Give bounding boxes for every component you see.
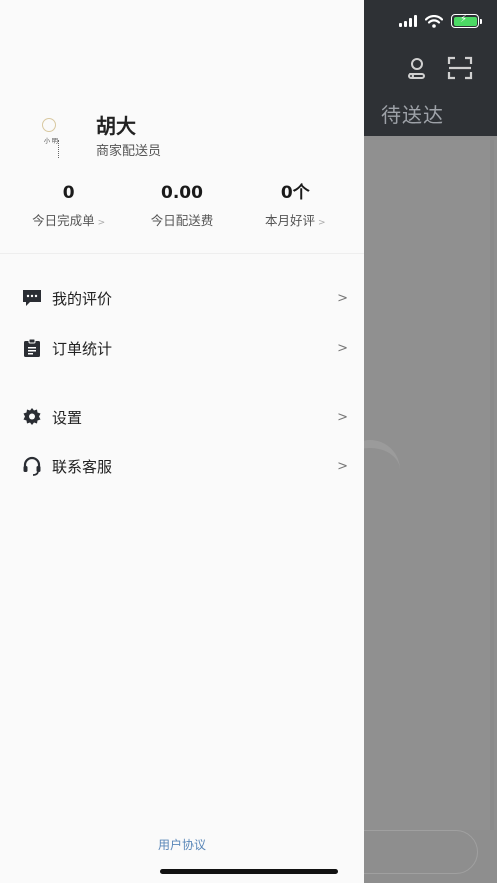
divider <box>0 253 364 254</box>
scan-icon[interactable] <box>447 56 473 80</box>
stat-label-text: 本月好评 <box>265 213 316 228</box>
headset-icon <box>22 456 42 476</box>
chevron-right-icon: > <box>97 218 106 228</box>
home-indicator[interactable] <box>160 869 338 874</box>
user-name: 胡大 <box>96 114 136 138</box>
stat-today-completed[interactable]: 0 今日完成单 > <box>12 180 125 240</box>
location-icon[interactable] <box>405 56 429 80</box>
tab-pending-delivery[interactable]: 待送达 <box>381 99 444 128</box>
stat-label-text: 今日配送费 <box>150 213 214 228</box>
chevron-right-icon: > <box>337 290 348 306</box>
stat-label: 今日完成单 > <box>12 210 125 229</box>
stat-value: 0 <box>62 183 75 203</box>
menu-item-label: 我的评价 <box>52 289 113 308</box>
comment-icon <box>22 288 42 308</box>
gear-icon <box>22 407 42 427</box>
chevron-right-icon: > <box>337 409 348 425</box>
avatar-dots <box>58 140 60 158</box>
menu-item-label: 订单统计 <box>52 339 113 358</box>
stat-label: 本月好评 > <box>239 210 352 229</box>
chevron-right-icon: > <box>337 340 348 356</box>
stat-label: 今日配送费 <box>125 210 238 229</box>
user-role: 商家配送员 <box>96 144 162 159</box>
stat-month-good-reviews[interactable]: 0个 本月好评 > <box>239 180 352 240</box>
signal-icon <box>399 15 417 27</box>
menu-item-order-stats[interactable]: 订单统计 > <box>22 333 348 363</box>
menu-item-customer-service[interactable]: 联系客服 > <box>22 451 348 481</box>
avatar-text: 小 明 <box>44 138 58 145</box>
menu-item-my-reviews[interactable]: 我的评价 > <box>22 283 348 313</box>
stat-today-fee: 0.00 今日配送费 <box>125 180 238 240</box>
stat-label-text: 今日完成单 <box>32 213 95 228</box>
stat-value: 0.00 <box>161 183 203 203</box>
chevron-right-icon: > <box>318 218 326 228</box>
stat-value: 0个 <box>280 183 310 203</box>
menu-item-label: 联系客服 <box>52 457 113 476</box>
profile-section: 小 明 胡大 商家配送员 <box>24 108 344 168</box>
user-agreement-link[interactable]: 用户协议 <box>0 836 364 853</box>
side-drawer: 小 明 胡大 商家配送员 0 今日完成单 > 0.00 今日配送费 0个 本月好评… <box>0 0 364 883</box>
clipboard-icon <box>22 338 42 358</box>
menu-item-label: 设置 <box>52 408 83 427</box>
wifi-icon <box>425 14 443 28</box>
status-bar: ⚡ <box>399 14 482 28</box>
avatar[interactable]: 小 明 <box>24 112 74 162</box>
header-icons <box>405 56 473 80</box>
chevron-right-icon: > <box>337 458 348 474</box>
battery-icon: ⚡ <box>451 14 482 28</box>
avatar-logo-icon <box>42 118 56 132</box>
menu-item-settings[interactable]: 设置 > <box>22 402 348 432</box>
stats-row: 0 今日完成单 > 0.00 今日配送费 0个 本月好评 > <box>12 180 352 240</box>
